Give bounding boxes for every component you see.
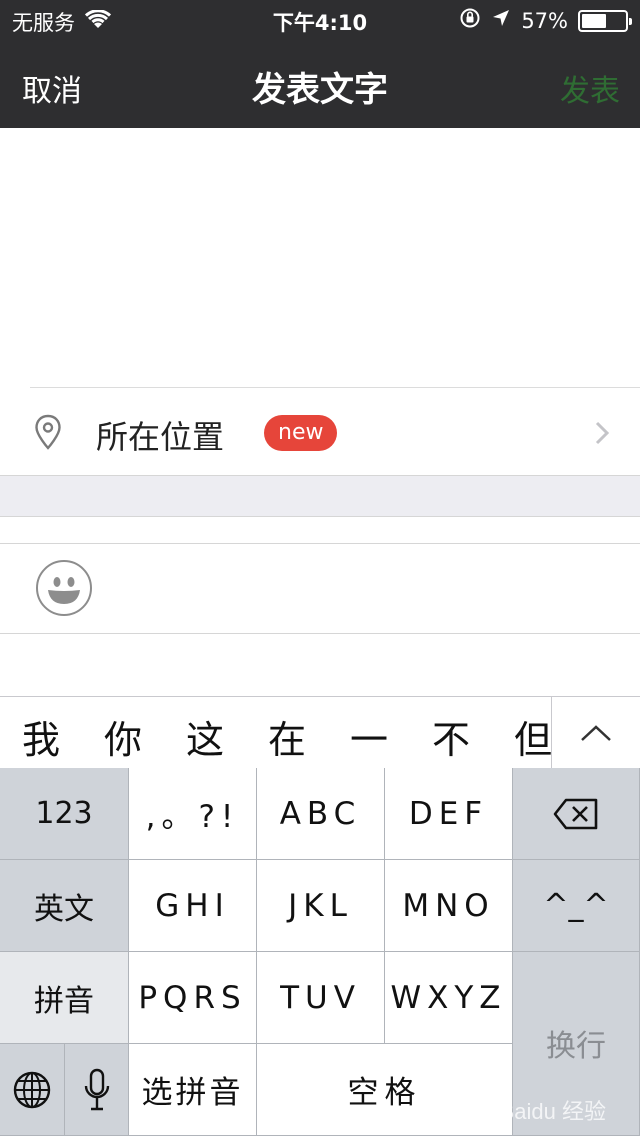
key-tuv[interactable]: TUV — [257, 952, 385, 1044]
orientation-lock-icon — [459, 7, 481, 34]
candidate-item[interactable]: 但 — [514, 709, 552, 764]
key-emoticon[interactable]: ^_^ — [513, 860, 640, 952]
key-space[interactable]: 空格 — [257, 1044, 513, 1136]
key-mno[interactable]: MNO — [385, 860, 513, 952]
section-separator — [0, 475, 640, 517]
emoji-toolbar — [0, 544, 640, 634]
key-jkl[interactable]: JKL — [257, 860, 385, 952]
candidate-item[interactable]: 一 — [350, 709, 388, 764]
key-english[interactable]: 英文 — [0, 860, 129, 952]
key-ghi[interactable]: GHI — [129, 860, 257, 952]
new-badge: new — [264, 415, 338, 451]
location-arrow-icon — [491, 8, 511, 33]
globe-key[interactable] — [0, 1044, 65, 1136]
key-punctuation[interactable]: ,。?! — [129, 768, 257, 860]
key-pinyin[interactable]: 拼音 — [0, 952, 129, 1044]
key-pqrs[interactable]: PQRS — [129, 952, 257, 1044]
backspace-icon — [553, 798, 598, 829]
microphone-icon — [84, 1068, 109, 1110]
candidate-item[interactable]: 在 — [268, 709, 306, 764]
key-def[interactable]: DEF — [385, 768, 513, 860]
emoji-button[interactable] — [36, 560, 92, 616]
publish-button[interactable]: 发表 — [560, 66, 620, 110]
battery-percent: 57% — [521, 8, 568, 33]
top-bar: 无服务 下午4:10 57% 取消 发表文字 发表 — [0, 0, 640, 128]
candidate-item[interactable]: 我 — [22, 709, 60, 764]
chevron-up-icon — [581, 725, 611, 741]
keyboard: 123 ,。?! ABC DEF 英文 GHI JKL MNO ^_^ 拼音 P… — [0, 768, 640, 1136]
navigation-bar: 取消 发表文字 发表 — [0, 40, 640, 128]
candidate-item[interactable]: 这 — [186, 709, 224, 764]
location-row[interactable]: 所在位置 new — [0, 387, 640, 475]
status-right-group: 57% — [459, 7, 632, 34]
key-wxyz[interactable]: WXYZ — [385, 952, 513, 1044]
battery-icon — [578, 9, 632, 32]
page-title: 发表文字 — [252, 70, 388, 110]
globe-icon — [13, 1071, 51, 1108]
post-text-area[interactable] — [0, 128, 640, 386]
delete-key[interactable] — [513, 768, 640, 860]
expand-candidates-button[interactable] — [551, 697, 640, 769]
watermark-logo: Baidu 经验 — [499, 1099, 606, 1124]
candidate-bar: 我 你 这 在 一 不 但 — [0, 696, 640, 769]
key-select-pinyin[interactable]: 选拼音 — [129, 1044, 257, 1136]
location-label: 所在位置 — [96, 418, 225, 456]
key-abc[interactable]: ABC — [257, 768, 385, 860]
microphone-key[interactable] — [65, 1044, 129, 1136]
row-inset — [0, 387, 30, 388]
chevron-right-icon — [594, 420, 610, 450]
battery-fill — [582, 13, 606, 28]
location-pin-icon — [34, 414, 62, 454]
candidate-item[interactable]: 你 — [104, 709, 142, 764]
status-bar: 无服务 下午4:10 57% — [0, 0, 640, 40]
key-123[interactable]: 123 — [0, 768, 129, 860]
candidate-item[interactable]: 不 — [432, 709, 470, 764]
